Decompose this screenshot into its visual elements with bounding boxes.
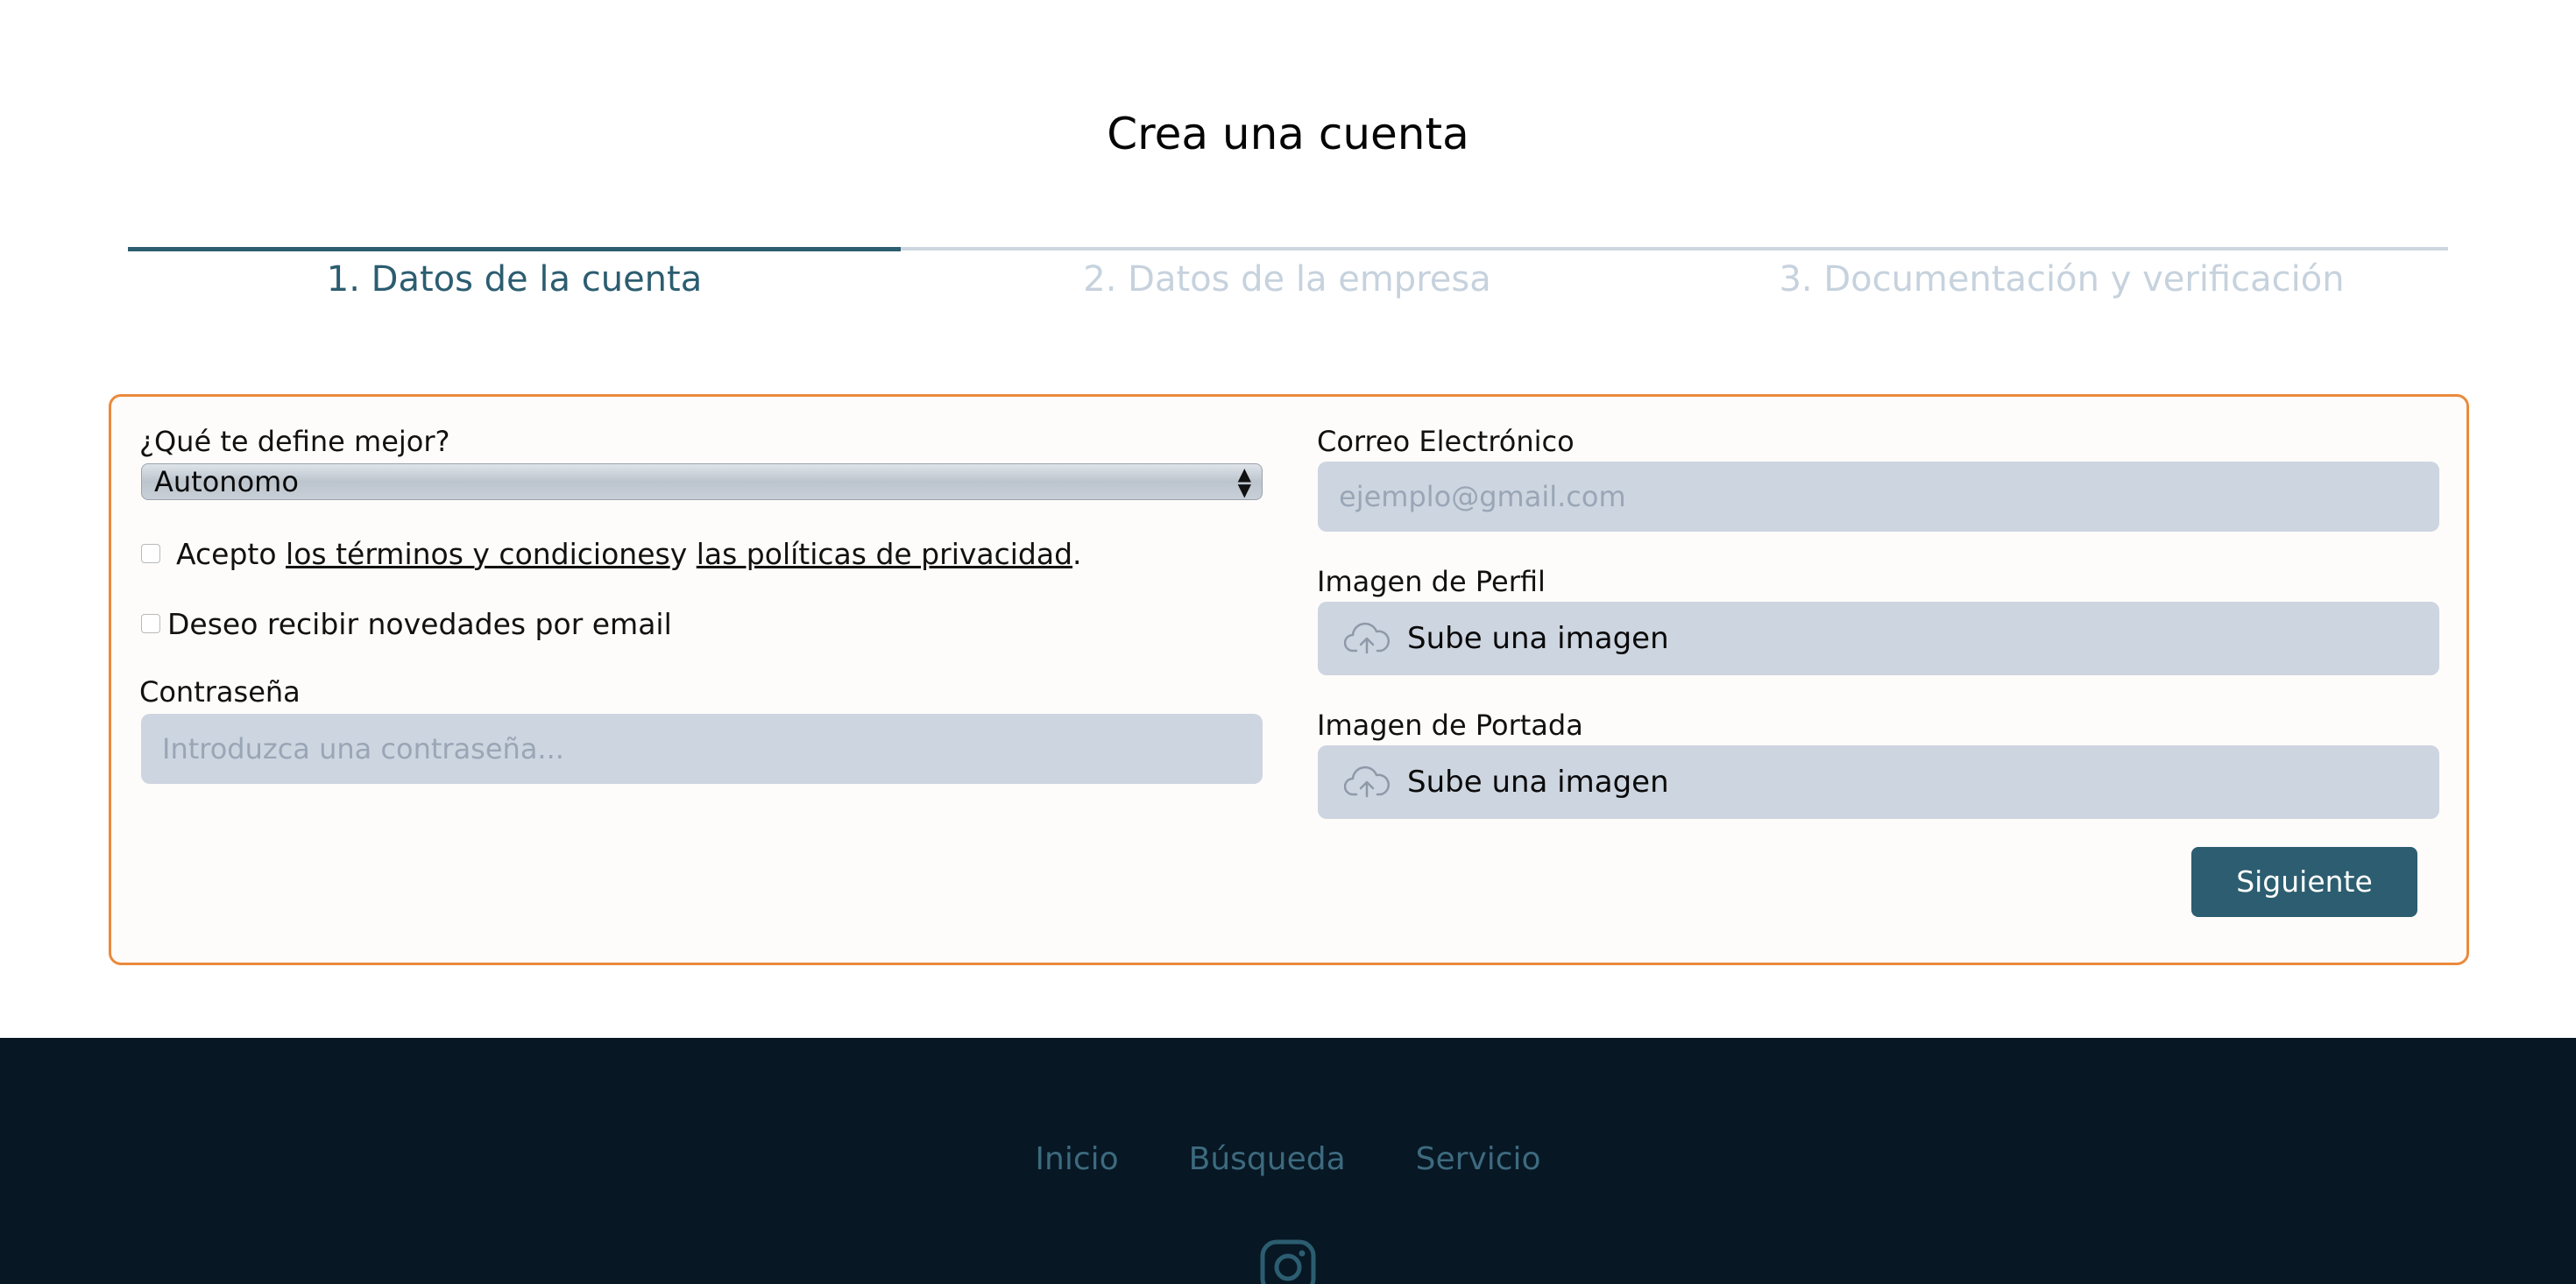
- terms-suffix: .: [1072, 536, 1082, 571]
- footer-link-busqueda[interactable]: Búsqueda: [1189, 1141, 1346, 1177]
- newsletter-row: Deseo recibir novedades por email: [141, 603, 672, 644]
- step-company-data[interactable]: 2. Datos de la empresa: [901, 259, 1674, 300]
- next-button[interactable]: Siguiente: [2191, 847, 2417, 917]
- newsletter-checkbox[interactable]: [141, 614, 160, 633]
- signup-form-card: ¿Qué te define mejor? Autonomo ▲ ▼ Acepto…: [109, 394, 2469, 965]
- step-documentation[interactable]: 3. Documentación y verificación: [1675, 259, 2448, 300]
- footer-link-inicio[interactable]: Inicio: [1035, 1141, 1118, 1177]
- terms-link[interactable]: los términos y condiciones: [286, 537, 670, 571]
- footer-nav: Inicio Búsqueda Servicio: [0, 1141, 2576, 1177]
- profile-image-label: Imagen de Perfil: [1317, 565, 1546, 598]
- profile-image-upload[interactable]: Sube una imagen: [1318, 602, 2439, 675]
- password-label: Contraseña: [139, 675, 301, 709]
- cloud-upload-icon: [1344, 765, 1390, 798]
- footer-link-servicio[interactable]: Servicio: [1416, 1141, 1541, 1177]
- page-title: Crea una cuenta: [1107, 109, 1469, 159]
- cover-image-upload[interactable]: Sube una imagen: [1318, 745, 2439, 819]
- newsletter-label: Deseo recibir novedades por email: [167, 606, 672, 641]
- cover-image-upload-text: Sube una imagen: [1407, 765, 1669, 800]
- select-arrows-icon: ▲ ▼: [1237, 463, 1251, 500]
- password-input[interactable]: Introduzca una contraseña...: [141, 714, 1263, 784]
- cover-image-label: Imagen de Portada: [1317, 709, 1583, 742]
- footer: Inicio Búsqueda Servicio: [0, 1038, 2576, 1284]
- stepper-progress: [128, 247, 901, 251]
- privacy-link[interactable]: las políticas de privacidad: [697, 537, 1072, 571]
- terms-checkbox[interactable]: [141, 544, 160, 563]
- role-label: ¿Qué te define mejor?: [139, 425, 450, 458]
- terms-conj: y: [669, 536, 688, 571]
- instagram-icon[interactable]: [1259, 1238, 1317, 1284]
- stepper: 1. Datos de la cuenta 2. Datos de la emp…: [128, 247, 2448, 326]
- terms-prefix: Acepto: [176, 536, 277, 571]
- role-select-value: Autonomo: [154, 465, 299, 498]
- step-account-data[interactable]: 1. Datos de la cuenta: [128, 259, 901, 300]
- cloud-upload-icon: [1344, 622, 1390, 654]
- terms-row: Acepto los términos y condiciones y las …: [141, 533, 1082, 574]
- email-input[interactable]: ejemplo@gmail.com: [1318, 462, 2439, 532]
- role-select[interactable]: Autonomo ▲ ▼: [141, 463, 1263, 500]
- profile-image-upload-text: Sube una imagen: [1407, 621, 1669, 656]
- email-label: Correo Electrónico: [1317, 425, 1575, 458]
